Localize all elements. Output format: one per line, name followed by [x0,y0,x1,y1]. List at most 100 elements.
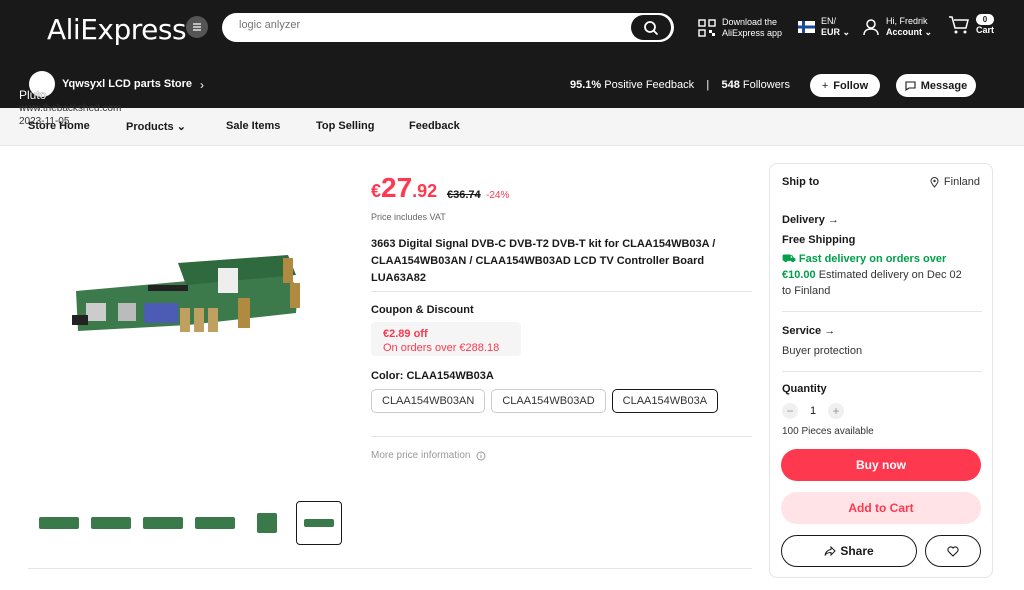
cart-link[interactable]: 0 Cart [948,14,995,36]
nav-products-label: Products [126,121,174,133]
chevron-right-icon[interactable]: › [200,78,204,92]
delivery-link[interactable]: Delivery → [782,214,839,226]
chevron-down-icon: ⌄ [924,27,933,37]
vat-note: Price includes VAT [371,212,446,222]
truck-icon: ⛟ [782,253,796,265]
fast-delivery-amount: €10.00 [782,269,816,281]
thumbnail[interactable] [88,501,134,545]
stock-available: 100 Pieces available [782,426,874,437]
divider [782,311,982,312]
search-input[interactable] [239,19,619,31]
nav-top-selling[interactable]: Top Selling [316,120,374,132]
service-link[interactable]: Service → [782,325,835,337]
watermark-site: www.thebackshed.com [19,103,122,114]
store-nav: Store Home Products ⌄ Sale Items Top Sel… [0,108,1024,146]
aliexpress-logo[interactable]: AliExpress [47,13,187,46]
add-to-cart-button[interactable]: Add to Cart [781,492,981,524]
price-decimal: .92 [412,181,438,201]
more-price-info[interactable]: More price information [371,450,486,461]
quantity-value[interactable]: 1 [798,405,828,417]
nav-sale-items[interactable]: Sale Items [226,120,280,132]
followers-count: 548 [721,79,740,91]
coupon-value: €2.89 off [383,328,428,340]
language-label: EN/ [821,16,837,26]
follow-button[interactable]: + Follow [810,74,880,97]
cart-icon [949,16,969,34]
store-stats: 95.1% Positive Feedback | 548 Followers [570,79,790,91]
message-button[interactable]: Message [896,74,976,97]
discount-badge: -24% [486,190,510,201]
watermark: Pluto www.thebackshed.com 2023-11-05 [19,89,121,128]
variant-option[interactable]: CLAA154WB03AN [371,389,486,413]
thumbnail-strip [36,501,348,545]
coupon-card[interactable]: €2.89 off On orders over €288.18 [371,322,521,356]
coupon-section-title: Coupon & Discount [371,304,474,316]
product-main-image[interactable] [28,163,338,408]
price-integer: 27 [381,172,413,203]
buy-now-button[interactable]: Buy now [781,449,981,481]
user-icon [863,19,879,36]
variant-option-selected[interactable]: CLAA154WB03A [611,389,719,413]
wishlist-button[interactable] [925,535,981,567]
fast-delivery-label: Fast delivery on orders over [798,253,947,265]
qr-code-icon [698,19,716,37]
free-shipping: Free Shipping [782,234,856,246]
feedback-percent: 95.1% [570,79,602,91]
thumbnail[interactable] [192,501,238,545]
chat-bubble-icon [905,80,916,91]
greeting-label: Hi, Fredrik [886,16,928,26]
increase-quantity-button[interactable]: + [828,403,844,419]
service-label: Service [782,325,822,337]
price-currency: € [371,181,382,201]
cart-count-badge: 0 [976,14,995,25]
thumbnail-selected[interactable] [296,501,342,545]
search-button[interactable] [631,15,671,40]
color-label: Color: CLAA154WB03A [371,370,494,382]
more-price-label: More price information [371,450,471,461]
delivery-estimate: ⛟ Fast delivery on orders over €10.00 Es… [782,251,972,299]
thumbnail[interactable] [140,501,186,545]
finland-flag-icon [798,21,815,33]
store-bar: Yqwsyxl LCD parts Store › 95.1% Positive… [0,66,1024,108]
variant-options: CLAA154WB03AN CLAA154WB03AD CLAA154WB03A [371,389,724,413]
ship-to-country[interactable]: Finland [930,176,980,188]
plus-icon: + [821,79,829,92]
divider [28,568,752,569]
arrow-right-icon: → [827,214,839,226]
nav-products[interactable]: Products ⌄ [126,120,186,133]
watermark-title: Pluto [19,88,47,102]
feedback-label: Positive Feedback [604,79,695,91]
language-currency-selector[interactable]: EN/EUR ⌄ [798,16,850,38]
product-title: 3663 Digital Signal DVB-C DVB-T2 DVB-T k… [371,238,716,284]
ship-to-label: Ship to [782,176,820,188]
original-price: €36.74 [447,189,481,201]
arrow-right-icon: → [824,325,836,337]
pcb-board-image [72,255,300,332]
message-label: Message [920,79,968,92]
watermark-date: 2023-11-05 [19,116,70,127]
info-icon [476,451,486,460]
quantity-label: Quantity [782,383,827,395]
coupon-condition: On orders over €288.18 [383,342,500,354]
location-pin-icon [930,176,939,188]
current-price: €27.92 [371,172,437,204]
account-label: Account [886,27,922,37]
download-app-link[interactable]: Download the AliExpress app [698,17,782,39]
menu-button[interactable] [186,16,208,38]
nav-feedback[interactable]: Feedback [409,120,460,132]
divider [782,371,982,372]
share-label: Share [840,544,874,558]
share-button[interactable]: Share [781,535,917,567]
variant-option[interactable]: CLAA154WB03AD [491,389,606,413]
quantity-stepper: − 1 + [782,403,844,419]
thumbnail[interactable] [36,501,82,545]
thumbnail[interactable] [244,501,290,545]
search-icon [644,20,659,35]
download-line2: AliExpress app [722,28,783,38]
country-label: Finland [943,176,980,188]
follow-label: Follow [833,79,869,92]
hamburger-icon [193,23,201,31]
delivery-label: Delivery [782,214,825,226]
decrease-quantity-button[interactable]: − [782,403,798,419]
account-menu[interactable]: Hi, Fredrik Account ⌄ [862,16,932,38]
